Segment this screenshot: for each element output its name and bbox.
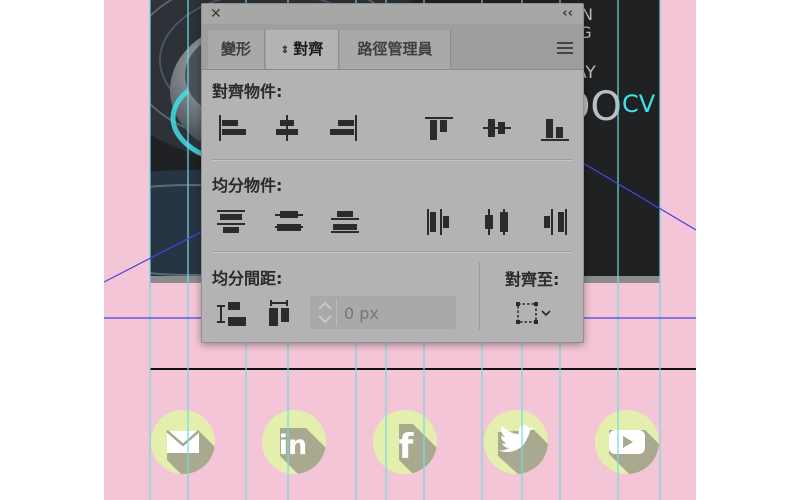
tab-align[interactable]: ⇕ 對齊 xyxy=(266,30,339,69)
social-linkedin[interactable]: in xyxy=(262,410,326,474)
horizontal-align-left-icon xyxy=(219,115,246,141)
tab-options-icon: ⇕ xyxy=(280,45,290,56)
chevron-down-icon xyxy=(541,310,551,317)
horizontal-distribute-center-icon xyxy=(485,209,508,235)
collapse-panel-icon[interactable]: ‹‹ xyxy=(562,6,573,21)
spacing-input[interactable] xyxy=(342,300,446,326)
twitter-icon xyxy=(498,425,548,474)
section-divider xyxy=(212,159,573,161)
horizontal-distribute-space-icon xyxy=(269,300,289,326)
tab-align-label: 對齊 xyxy=(293,40,324,58)
vertical-align-top-button[interactable] xyxy=(424,114,454,142)
vertical-distribute-top-button[interactable] xyxy=(216,208,246,236)
vertical-distribute-bottom-button[interactable] xyxy=(330,208,360,236)
section-divider xyxy=(212,251,573,253)
social-mail[interactable] xyxy=(151,410,215,474)
vertical-distribute-center-icon xyxy=(275,211,303,231)
horizontal-distribute-right-button[interactable] xyxy=(540,208,570,236)
vertical-align-bottom-button[interactable] xyxy=(540,114,570,142)
distribute-spacing-title: 均分間距: xyxy=(212,269,283,288)
youtube-icon xyxy=(609,430,659,474)
horizontal-align-right-icon xyxy=(330,115,357,141)
section-vertical-divider xyxy=(479,262,480,330)
tab-transform[interactable]: 變形 xyxy=(208,30,265,69)
social-twitter[interactable] xyxy=(484,410,548,474)
horizontal-align-right-button[interactable] xyxy=(330,114,360,142)
panel-tab-bar: 變形 ⇕ 對齊 路徑管理員 xyxy=(202,24,583,70)
horizontal-distribute-left-button[interactable] xyxy=(424,208,454,236)
close-icon[interactable]: ✕ xyxy=(210,6,222,22)
align-objects-title: 對齊物件: xyxy=(212,82,283,101)
vertical-distribute-top-icon xyxy=(217,210,245,233)
panel-menu-icon[interactable] xyxy=(557,42,573,57)
social-facebook[interactable]: f xyxy=(373,410,437,474)
horizontal-align-center-button[interactable] xyxy=(272,114,302,142)
facebook-icon: f xyxy=(399,424,437,474)
vertical-distribute-bottom-icon xyxy=(331,211,359,233)
vertical-distribute-space-button[interactable] xyxy=(216,300,246,328)
svg-text:in: in xyxy=(279,430,307,461)
horizontal-distribute-left-icon xyxy=(427,209,449,235)
linkedin-icon: in xyxy=(279,428,326,474)
distribute-objects-title: 均分物件: xyxy=(212,176,283,195)
vertical-distribute-space-icon xyxy=(217,302,246,326)
vertical-distribute-center-button[interactable] xyxy=(274,208,304,236)
mail-icon xyxy=(166,430,215,474)
align-to-dropdown[interactable] xyxy=(514,301,556,325)
horizontal-align-left-button[interactable] xyxy=(216,114,246,142)
horizontal-distribute-right-icon xyxy=(544,209,567,235)
align-to-selection-icon xyxy=(516,302,551,324)
horizontal-align-center-icon xyxy=(276,115,298,141)
align-panel: ✕ ‹‹ 變形 ⇕ 對齊 路徑管理員 對齊物件: 均分物件: 均分間距: 0 p… xyxy=(201,3,584,343)
spacing-value-field[interactable] xyxy=(310,296,456,329)
svg-text:f: f xyxy=(399,427,415,467)
tab-pathfinder-label: 路徑管理員 xyxy=(357,40,433,58)
stepper-arrows-icon xyxy=(318,301,332,324)
vertical-align-center-button[interactable] xyxy=(482,114,512,142)
horizontal-rule xyxy=(150,368,696,370)
tab-transform-label: 變形 xyxy=(220,40,251,58)
vertical-align-center-icon xyxy=(483,119,511,137)
align-to-title: 對齊至: xyxy=(505,270,560,289)
horizontal-distribute-space-button[interactable] xyxy=(264,300,294,328)
spacing-stepper[interactable] xyxy=(314,299,337,326)
vertical-align-top-icon xyxy=(425,117,453,140)
social-youtube[interactable] xyxy=(595,410,659,474)
photo-text-5: CV xyxy=(622,90,656,118)
panel-title-bar[interactable]: ✕ ‹‹ xyxy=(202,4,583,24)
vertical-align-bottom-icon xyxy=(541,119,569,141)
tab-pathfinder[interactable]: 路徑管理員 xyxy=(340,30,451,69)
horizontal-distribute-center-button[interactable] xyxy=(482,208,512,236)
